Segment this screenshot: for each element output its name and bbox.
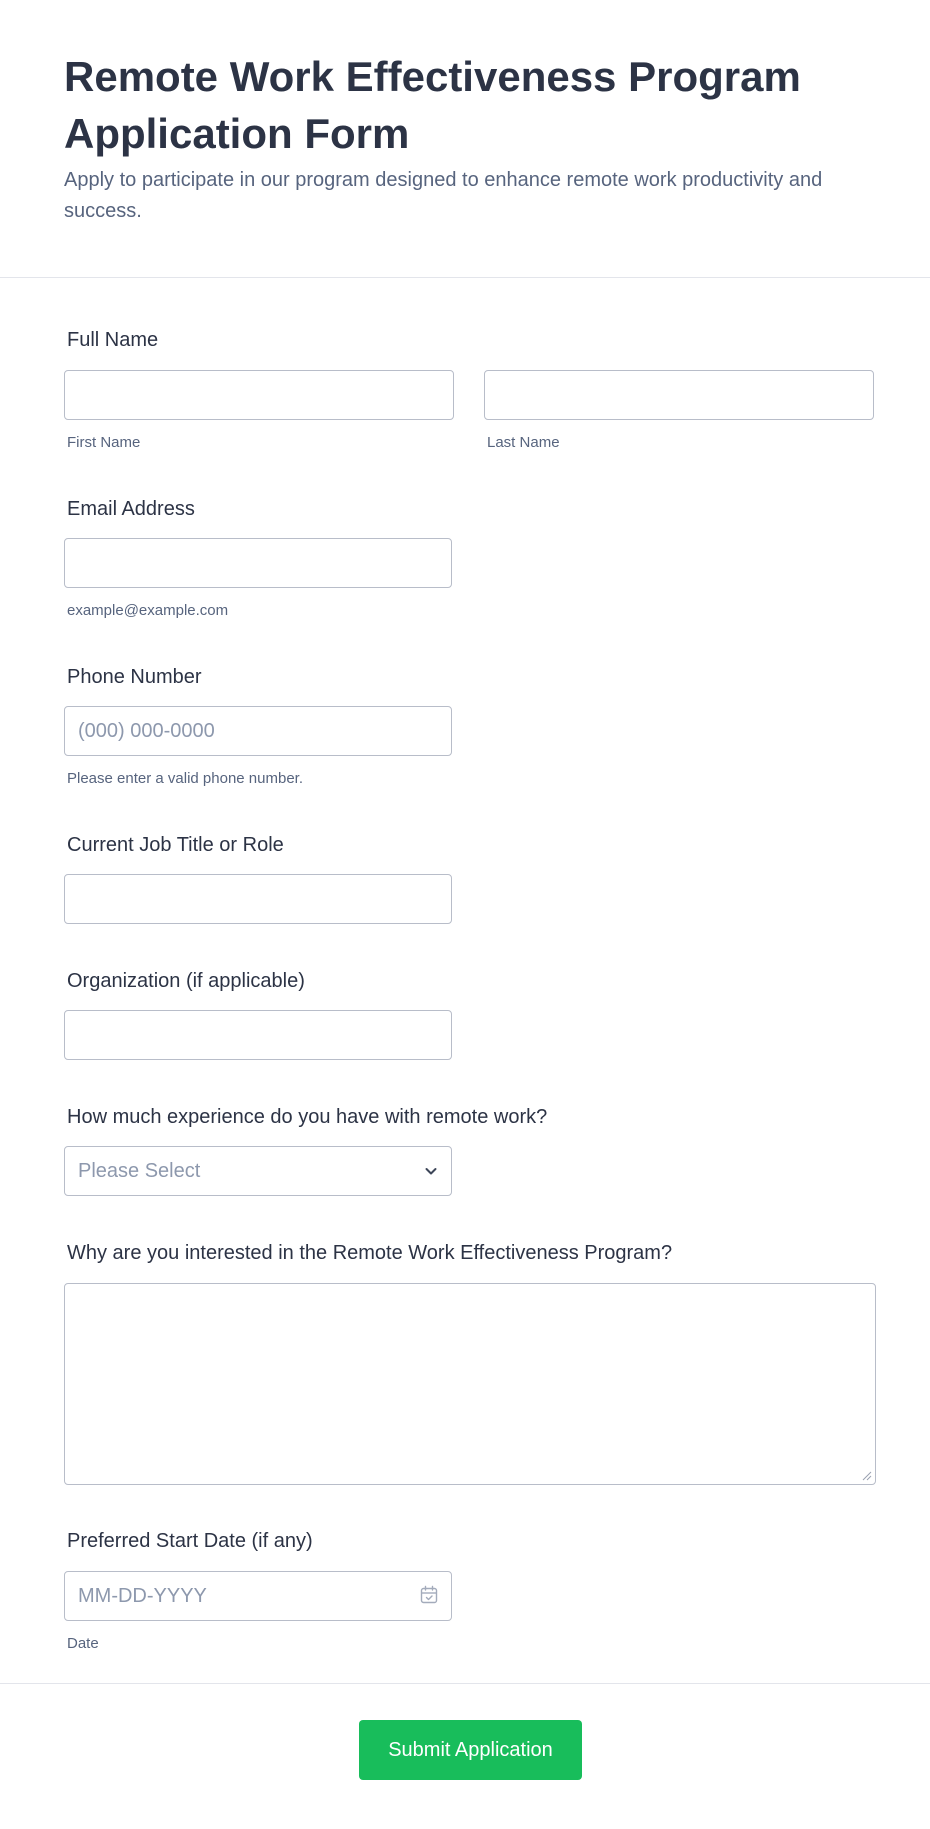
phone-input[interactable]	[64, 706, 452, 756]
email-input[interactable]	[64, 538, 452, 588]
first-name-input[interactable]	[64, 370, 454, 420]
footer-divider	[0, 1683, 930, 1684]
interest-textarea[interactable]	[64, 1283, 876, 1485]
organization-label: Organization (if applicable)	[67, 970, 305, 992]
calendar-icon[interactable]	[419, 1585, 439, 1605]
phone-sublabel: Please enter a valid phone number.	[67, 770, 303, 787]
organization-input[interactable]	[64, 1010, 452, 1060]
full-name-label: Full Name	[67, 329, 159, 351]
resize-grip-icon[interactable]	[860, 1469, 872, 1481]
first-name-sublabel: First Name	[67, 434, 141, 451]
job-title-input[interactable]	[64, 874, 452, 924]
experience-select[interactable]: Please Select	[64, 1146, 452, 1196]
submit-application-button[interactable]: Submit Application	[359, 1720, 582, 1780]
form-header: Remote Work Effectiveness Program Applic…	[0, 0, 930, 278]
last-name-input[interactable]	[484, 370, 874, 420]
start-date-input[interactable]	[64, 1571, 452, 1621]
last-name-sublabel: Last Name	[487, 434, 560, 451]
start-date-sublabel: Date	[67, 1635, 99, 1652]
experience-select-value: Please Select	[78, 1160, 201, 1182]
phone-label: Phone Number	[67, 666, 202, 688]
experience-label: How much experience do you have with rem…	[67, 1106, 548, 1128]
form-title: Remote Work Effectiveness Program Applic…	[64, 53, 801, 157]
start-date-label: Preferred Start Date (if any)	[67, 1530, 313, 1552]
chevron-down-icon	[425, 1168, 437, 1175]
email-sublabel: example@example.com	[67, 602, 229, 619]
interest-label: Why are you interested in the Remote Wor…	[67, 1242, 673, 1264]
job-title-label: Current Job Title or Role	[67, 834, 284, 856]
form-subtitle: Apply to participate in our program desi…	[64, 169, 823, 222]
email-label: Email Address	[67, 498, 195, 520]
